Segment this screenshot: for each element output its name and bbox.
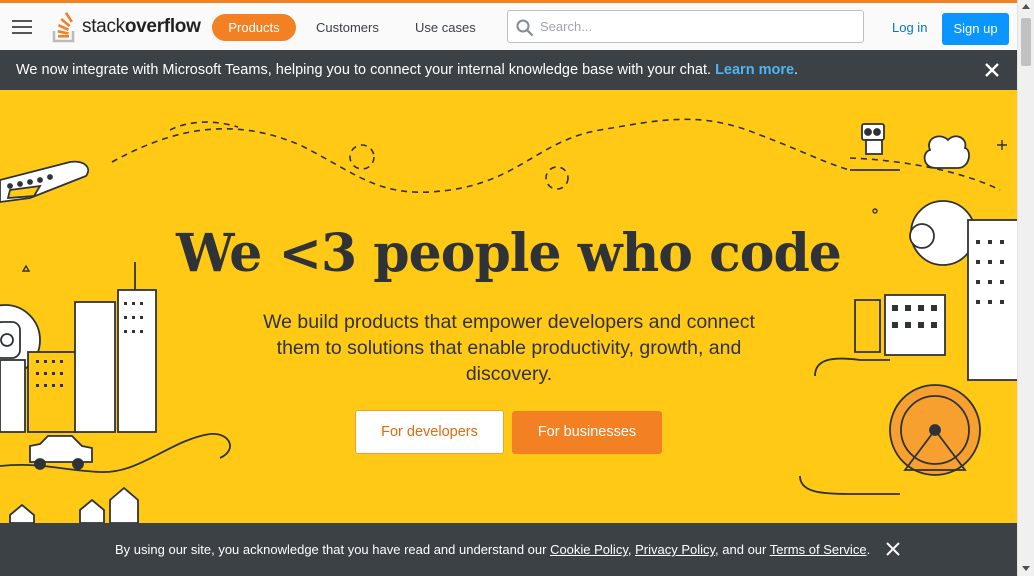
cookie-sep-1: , [627, 542, 636, 557]
terms-of-service-link[interactable]: Terms of Service [770, 542, 867, 557]
hero-illustration [0, 118, 1017, 523]
signup-button[interactable]: Sign up [942, 13, 1009, 45]
for-businesses-button[interactable]: For businesses [512, 411, 662, 454]
nav-products[interactable]: Products [212, 14, 296, 41]
logo-bold: overflow [124, 16, 201, 37]
login-link[interactable]: Log in [892, 20, 927, 35]
stackoverflow-logo[interactable]: stackoverflow [52, 11, 201, 43]
cookie-end: . [866, 542, 871, 557]
stackoverflow-logo-icon [52, 12, 75, 43]
logo-wordmark: stackoverflow [82, 16, 201, 38]
hamburger-menu-icon[interactable] [12, 20, 32, 34]
announcement-text: We now integrate with Microsoft Teams, h… [16, 62, 712, 78]
hero-title: We <3 people who code [176, 223, 842, 284]
cookie-policy-link[interactable]: Cookie Policy [550, 542, 628, 557]
for-developers-button[interactable]: For developers [355, 410, 504, 454]
search-box[interactable] [507, 10, 864, 43]
learn-more-link[interactable]: Learn more [715, 62, 794, 78]
top-bar: stackoverflow Products Customers Use cas… [0, 0, 1017, 50]
hero-section: We <3 people who code We build products … [0, 90, 1017, 523]
close-icon[interactable] [984, 62, 1000, 78]
nav-use-cases[interactable]: Use cases [415, 14, 476, 41]
scroll-thumb[interactable] [1021, 18, 1031, 66]
scroll-down-arrow-icon[interactable] [1022, 566, 1030, 571]
privacy-policy-link[interactable]: Privacy Policy [635, 542, 715, 557]
scroll-up-arrow-icon[interactable] [1022, 4, 1030, 9]
announcement-period: . [794, 62, 799, 78]
cookie-banner: By using our site, you acknowledge that … [0, 523, 1017, 576]
logo-prefix: stack [82, 16, 125, 37]
cookie-sep-2: , and our [715, 542, 770, 557]
search-icon [516, 19, 534, 37]
cookie-text: By using our site, you acknowledge that … [115, 542, 551, 557]
nav-customers[interactable]: Customers [316, 14, 379, 41]
vertical-scrollbar[interactable] [1017, 0, 1034, 576]
close-icon[interactable] [886, 542, 900, 556]
announcement-banner: We now integrate with Microsoft Teams, h… [0, 50, 1017, 90]
hero-subtitle: We build products that empower developer… [263, 311, 755, 385]
search-input[interactable] [540, 11, 850, 42]
